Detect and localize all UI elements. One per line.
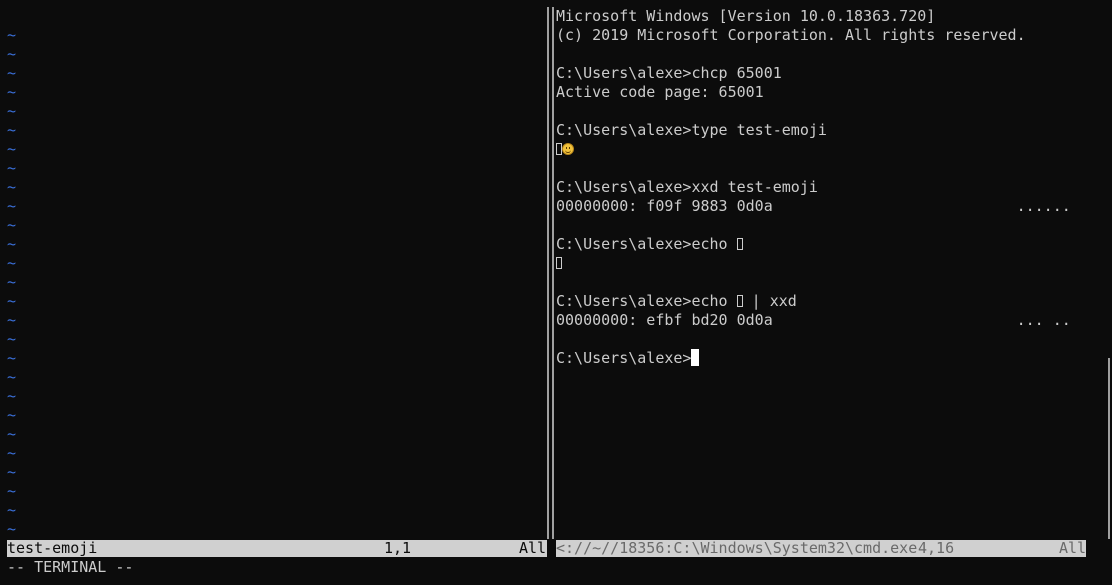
tilde-line: ~ (7, 197, 17, 215)
tilde-line: ~ (7, 45, 17, 63)
vertical-window-separator[interactable] (547, 7, 554, 539)
status-cursor-position: 1,1 (384, 540, 412, 557)
terminal-line: 00000000: f09f 9883 0d0a ...... (556, 197, 1086, 216)
terminal-line: C:\Users\alexe>chcp 65001 (556, 64, 1086, 83)
terminal-line-text: 00000000: efbf bd20 0d0a ... .. (556, 311, 1071, 329)
status-line-right[interactable]: <://~//18356:C:\Windows\System32\cmd.exe… (556, 540, 1086, 557)
tilde-line: ~ (7, 235, 17, 253)
terminal-line-text: Active code page: 65001 (556, 83, 764, 101)
tilde-line: ~ (7, 121, 17, 139)
tilde-line: ~ (7, 140, 17, 158)
tilde-line: ~ (7, 159, 17, 177)
tilde-line: ~ (7, 26, 17, 44)
terminal-line: C:\Users\alexe>echo | xxd (556, 292, 1086, 311)
terminal-line: C:\Users\alexe>echo (556, 235, 1086, 254)
terminal-line (556, 254, 1086, 273)
buffer-line-1 (7, 7, 545, 26)
terminal-line (556, 140, 1086, 159)
status-scroll-indicator: All (519, 540, 547, 557)
missing-glyph-box-icon (736, 238, 743, 250)
vim-left-window[interactable]: ~ ~ ~ ~ ~ ~ ~ ~ ~ ~ ~ ~ ~ ~ ~ ~ ~ ~ ~ ~ ~ ~ ~ ~ ~ ~ ~ (7, 7, 545, 539)
terminal-scrollbar[interactable] (1108, 358, 1110, 539)
tilde-line: ~ (7, 64, 17, 82)
terminal-line-text: Microsoft Windows [Version 10.0.18363.72… (556, 7, 936, 25)
tilde-line: ~ (7, 463, 17, 481)
terminal-line-text: C:\Users\alexe>xxd test-emoji (556, 178, 818, 196)
tilde-line: ~ (7, 482, 17, 500)
missing-glyph-box-icon (556, 257, 562, 269)
tilde-line: ~ (7, 254, 17, 272)
tilde-line: ~ (7, 520, 17, 538)
tilde-line: ~ (7, 273, 17, 291)
tilde-line: ~ (7, 330, 17, 348)
terminal-output: Microsoft Windows [Version 10.0.18363.72… (556, 7, 1086, 368)
status-filename: test-emoji (7, 540, 98, 557)
status-line-left[interactable]: test-emoji 1,1 All (7, 540, 547, 557)
status-cursor-position: 4,16 (918, 540, 955, 557)
terminal-line: C:\Users\alexe>type test-emoji (556, 121, 1086, 140)
tilde-line: ~ (7, 444, 17, 462)
terminal-line-text: 00000000: f09f 9883 0d0a ...... (556, 197, 1071, 215)
tilde-line: ~ (7, 216, 17, 234)
terminal-line-text: C:\Users\alexe>echo (556, 292, 737, 310)
tilde-line: ~ (7, 406, 17, 424)
terminal-cursor (691, 349, 700, 366)
smiley-face-emoji-icon (562, 143, 574, 155)
terminal-window[interactable]: Microsoft Windows [Version 10.0.18363.72… (556, 7, 1086, 539)
empty-buffer-lines: ~ ~ ~ ~ ~ ~ ~ ~ ~ ~ ~ ~ ~ ~ ~ ~ ~ ~ ~ ~ ~ ~ ~ ~ ~ ~ ~ (7, 26, 545, 539)
tilde-line: ~ (7, 368, 17, 386)
tilde-line: ~ (7, 311, 17, 329)
tilde-line: ~ (7, 425, 17, 443)
terminal-line-text: C:\Users\alexe>echo (556, 235, 737, 253)
tilde-line: ~ (7, 292, 17, 310)
tilde-line: ~ (7, 178, 17, 196)
mode-indicator: -- TERMINAL -- (7, 558, 134, 576)
terminal-line: Microsoft Windows [Version 10.0.18363.72… (556, 7, 1086, 26)
terminal-line: C:\Users\alexe> (556, 349, 1086, 368)
tilde-line: ~ (7, 83, 17, 101)
terminal-line: C:\Users\alexe>xxd test-emoji (556, 178, 1086, 197)
terminal-line: 00000000: efbf bd20 0d0a ... .. (556, 311, 1086, 330)
tilde-line: ~ (7, 102, 17, 120)
tilde-line: ~ (7, 387, 17, 405)
terminal-line: Active code page: 65001 (556, 83, 1086, 102)
tilde-line: ~ (7, 349, 17, 367)
terminal-line-suffix: | xxd (742, 292, 797, 310)
terminal-line: (c) 2019 Microsoft Corporation. All righ… (556, 26, 1086, 45)
terminal-line-text: C:\Users\alexe>chcp 65001 (556, 64, 782, 82)
terminal-line-text: C:\Users\alexe>type test-emoji (556, 121, 827, 139)
status-terminal-title: <://~//18356:C:\Windows\System32\cmd.exe (556, 540, 918, 557)
tilde-line: ~ (7, 501, 17, 519)
status-scroll-indicator: All (1059, 540, 1086, 557)
terminal-line-text: C:\Users\alexe> (556, 349, 692, 367)
terminal-line-text: (c) 2019 Microsoft Corporation. All righ… (556, 26, 1026, 44)
